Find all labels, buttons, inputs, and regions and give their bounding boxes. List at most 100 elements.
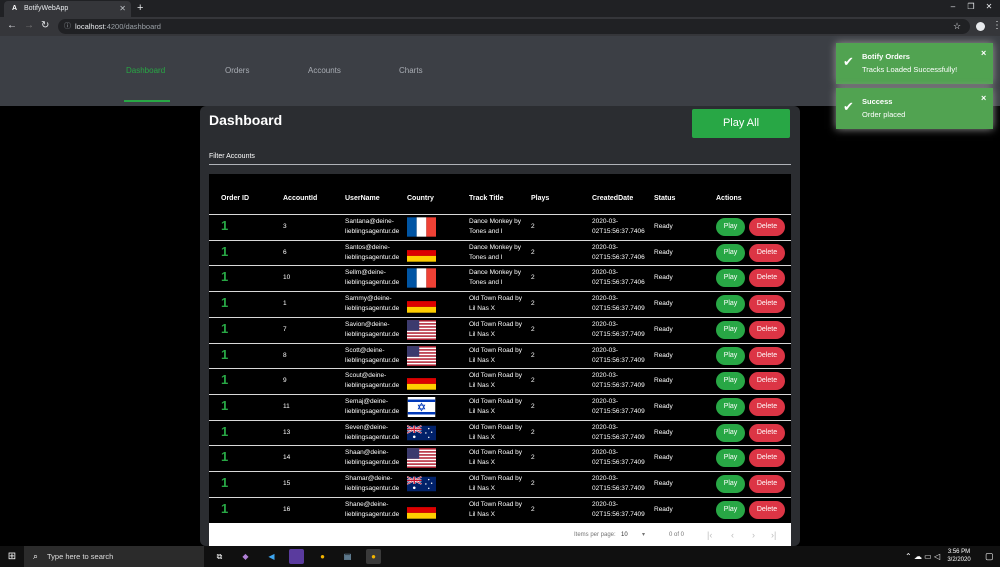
task-view-icon[interactable]: ⧉	[212, 549, 227, 564]
username-line: lieblingsagentur.de	[345, 228, 400, 235]
close-window-icon[interactable]: ✕	[982, 2, 996, 12]
toast-title: Success	[862, 97, 893, 106]
delete-button[interactable]: Delete	[749, 295, 785, 314]
browser-menu-icon[interactable]: ⋮	[992, 20, 1000, 32]
notification-center-icon[interactable]: ▢	[985, 546, 994, 567]
windows-start-icon[interactable]: ⊞	[0, 546, 24, 567]
media-app-icon[interactable]	[289, 549, 304, 564]
play-button[interactable]: Play	[716, 449, 745, 468]
username-cell: Semaj@deine-lieblingsagentur.de	[345, 397, 399, 417]
track-line: Old Town Road by	[469, 346, 522, 354]
created-date-cell: 2020-03- 02T15:56:37.7406	[592, 268, 654, 288]
windows-taskbar: ⊞ ⌕ Type here to search ⧉ ◆ ◀ ● ▤ ● ⌃ ☁ …	[0, 546, 1000, 567]
table-row: 1 14 Shaan@deine-lieblingsagentur.de Old To…	[209, 445, 791, 471]
track-line: Old Town Road by	[469, 500, 522, 508]
chrome-active-icon[interactable]: ●	[366, 549, 381, 564]
minimize-icon[interactable]: –	[946, 2, 960, 12]
back-icon[interactable]: ←	[7, 20, 17, 32]
header-country[interactable]: Country	[407, 194, 434, 204]
play-button[interactable]: Play	[716, 320, 745, 339]
profile-avatar-icon[interactable]	[976, 22, 985, 31]
track-title-cell: Old Town Road by Lil Nas X	[469, 423, 522, 443]
filter-accounts-input[interactable]: Filter Accounts	[209, 153, 255, 160]
play-button[interactable]: Play	[716, 346, 745, 365]
notepad-icon[interactable]: ▤	[340, 549, 355, 564]
play-button[interactable]: Play	[716, 500, 745, 519]
nav-accounts[interactable]: Accounts	[308, 66, 341, 76]
header-status[interactable]: Status	[654, 194, 675, 204]
taskbar-clock[interactable]: 3:56 PM 3/2/2020	[944, 548, 974, 564]
chevron-down-icon[interactable]: ▾	[642, 530, 645, 540]
chrome-icon[interactable]: ●	[315, 549, 330, 564]
close-tab-icon[interactable]: ✕	[119, 1, 126, 17]
active-nav-indicator	[124, 100, 170, 102]
table-row: 1 11 Semaj@deine-lieblingsagentur.de Old To…	[209, 393, 791, 420]
delete-button[interactable]: Delete	[749, 243, 785, 262]
vscode-icon[interactable]: ◀	[264, 549, 279, 564]
toast-notification[interactable]: ✔ Success Order placed ×	[836, 88, 993, 129]
last-page-icon[interactable]: ›|	[771, 529, 776, 541]
visual-studio-icon[interactable]: ◆	[238, 549, 253, 564]
play-button[interactable]: Play	[716, 295, 745, 314]
restore-icon[interactable]: ❐	[964, 2, 978, 12]
cloud-icon[interactable]: ☁	[914, 552, 922, 561]
header-order-id[interactable]: Order ID	[221, 194, 249, 204]
forward-icon[interactable]: →	[24, 20, 34, 32]
username-line: lieblingsagentur.de	[345, 253, 400, 261]
chevron-up-icon[interactable]: ⌃	[905, 552, 912, 561]
play-button[interactable]: Play	[716, 423, 745, 442]
delete-button[interactable]: Delete	[749, 423, 785, 442]
paginator: Items per page: 10 ▾ 0 of 0 |‹ ‹ › ›|	[209, 523, 791, 547]
first-page-icon[interactable]: |‹	[707, 529, 712, 541]
username-line: lieblingsagentur.de	[345, 407, 400, 415]
header-created-date[interactable]: CreatedDate	[592, 194, 633, 204]
bookmark-star-icon[interactable]: ☆	[953, 19, 961, 34]
delete-button[interactable]: Delete	[749, 218, 785, 236]
close-toast-icon[interactable]: ×	[981, 48, 986, 58]
browser-tab[interactable]: A BotifyWebApp ✕	[4, 1, 131, 17]
table-row: 1 8 Scott@deine-lieblingsagentur.de Old Tow…	[209, 342, 791, 369]
toast-notification[interactable]: ✔ Botify Orders Tracks Loaded Successful…	[836, 43, 993, 84]
delete-button[interactable]: Delete	[749, 320, 785, 339]
play-button[interactable]: Play	[716, 218, 745, 236]
address-bar[interactable]: ⓘ localhost:4200/dashboard ☆	[58, 19, 970, 34]
delete-button[interactable]: Delete	[749, 475, 785, 493]
date-line: 2020-03-	[592, 423, 619, 431]
reload-icon[interactable]: ↻	[41, 20, 49, 32]
header-username[interactable]: UserName	[345, 194, 380, 204]
delete-button[interactable]: Delete	[749, 449, 785, 468]
play-button[interactable]: Play	[716, 243, 745, 262]
delete-button[interactable]: Delete	[749, 269, 785, 288]
delete-button[interactable]: Delete	[749, 500, 785, 519]
close-toast-icon[interactable]: ×	[981, 93, 986, 103]
header-plays[interactable]: Plays	[531, 194, 549, 204]
play-button[interactable]: Play	[716, 397, 745, 416]
taskbar-search-input[interactable]: ⌕ Type here to search	[24, 546, 204, 567]
play-button[interactable]: Play	[716, 269, 745, 288]
play-button[interactable]: Play	[716, 475, 745, 493]
nav-orders[interactable]: Orders	[225, 66, 249, 76]
order-id-cell: 1	[221, 295, 229, 311]
delete-button[interactable]: Delete	[749, 372, 785, 391]
new-tab-icon[interactable]: +	[137, 2, 143, 14]
date-line: 2020-03-	[592, 218, 619, 225]
track-line: Old Town Road by	[469, 320, 522, 328]
network-icon[interactable]: ▭	[924, 552, 932, 561]
header-track-title[interactable]: Track Title	[469, 194, 504, 204]
info-icon[interactable]: ⓘ	[64, 19, 71, 34]
country-flag-icon	[406, 474, 436, 494]
page-size-select[interactable]: 10	[621, 530, 628, 540]
delete-button[interactable]: Delete	[749, 397, 785, 416]
app-favicon-icon: A	[12, 5, 18, 12]
account-id-cell: 9	[283, 377, 287, 385]
order-id-cell: 1	[221, 346, 229, 362]
next-page-icon[interactable]: ›	[752, 529, 755, 541]
volume-icon[interactable]: ◁	[934, 552, 940, 561]
play-all-button[interactable]: Play All	[692, 109, 790, 138]
nav-dashboard[interactable]: Dashboard	[126, 66, 165, 76]
delete-button[interactable]: Delete	[749, 346, 785, 365]
header-account-id[interactable]: AccountId	[283, 194, 317, 204]
play-button[interactable]: Play	[716, 372, 745, 391]
previous-page-icon[interactable]: ‹	[731, 529, 734, 541]
nav-charts[interactable]: Charts	[399, 66, 423, 76]
